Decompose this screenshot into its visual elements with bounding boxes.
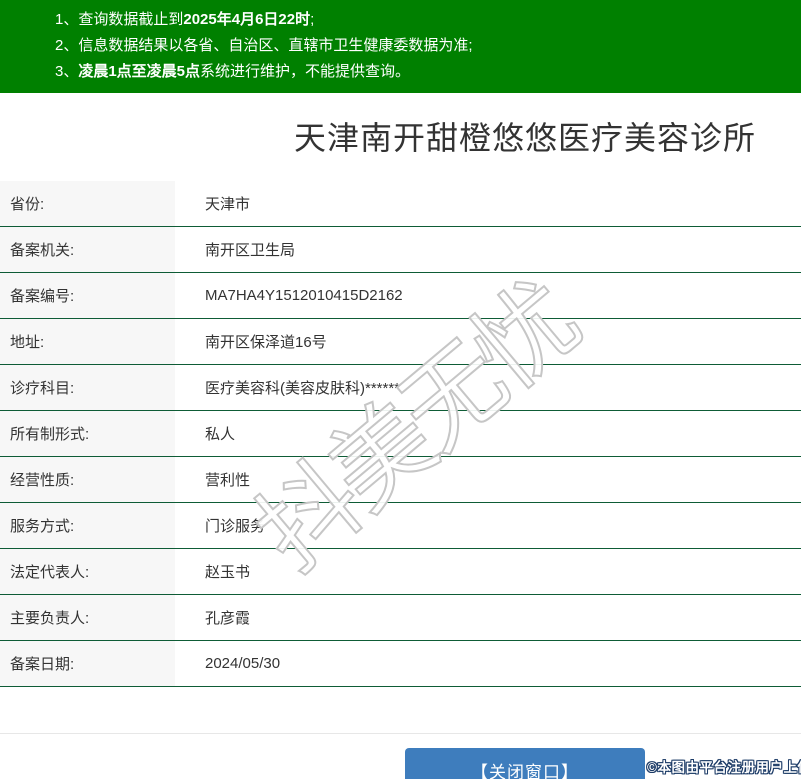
row-value: 南开区保泽道16号 — [175, 319, 801, 364]
row-value: 赵玉书 — [175, 549, 801, 594]
row-label: 备案编号: — [0, 273, 175, 318]
row-value: 南开区卫生局 — [175, 227, 801, 272]
close-window-button[interactable]: 【关闭窗口】 — [405, 748, 645, 779]
row-label: 备案机关: — [0, 227, 175, 272]
notice-2-text: 信息数据结果以各省、自治区、直辖市卫生健康委数据为准; — [78, 37, 473, 54]
notice-1-suffix: ; — [310, 11, 315, 28]
notice-line-3: 3、凌晨1点至凌晨5点系统进行维护，不能提供查询。 — [55, 59, 801, 85]
table-row-authority: 备案机关: 南开区卫生局 — [0, 227, 801, 273]
row-label: 法定代表人: — [0, 549, 175, 594]
table-row-record-date: 备案日期: 2024/05/30 — [0, 641, 801, 687]
row-value: 孔彦霞 — [175, 595, 801, 640]
row-value: 医疗美容科(美容皮肤科)****** — [175, 365, 801, 410]
notice-line-2: 2、信息数据结果以各省、自治区、直辖市卫生健康委数据为准; — [55, 33, 801, 59]
page-title: 天津南开甜橙悠悠医疗美容诊所 — [293, 120, 756, 156]
table-row-principal: 主要负责人: 孔彦霞 — [0, 595, 801, 641]
row-value: 2024/05/30 — [175, 641, 801, 686]
row-label: 备案日期: — [0, 641, 175, 686]
table-row-province: 省份: 天津市 — [0, 181, 801, 227]
notice-line-1: 1、查询数据截止到2025年4月6日22时; — [55, 7, 801, 33]
row-label: 主要负责人: — [0, 595, 175, 640]
row-label: 诊疗科目: — [0, 365, 175, 410]
notice-3-suffix: 系统进行维护，不能提供查询。 — [200, 63, 411, 80]
table-row-business-nature: 经营性质: 营利性 — [0, 457, 801, 503]
row-label: 服务方式: — [0, 503, 175, 548]
footer-divider — [0, 733, 801, 734]
table-row-address: 地址: 南开区保泽道16号 — [0, 319, 801, 365]
page: 1、查询数据截止到2025年4月6日22时; 2、信息数据结果以各省、自治区、直… — [0, 0, 801, 779]
copyright-overlay: ©本图由平台注册用户上传 — [647, 760, 801, 775]
notice-banner: 1、查询数据截止到2025年4月6日22时; 2、信息数据结果以各省、自治区、直… — [0, 0, 801, 93]
table-row-departments: 诊疗科目: 医疗美容科(美容皮肤科)****** — [0, 365, 801, 411]
notice-3-prefix: 3、 — [55, 63, 79, 80]
row-label: 经营性质: — [0, 457, 175, 502]
info-table: 省份: 天津市 备案机关: 南开区卫生局 备案编号: MA7HA4Y151201… — [0, 181, 801, 687]
row-label: 地址: — [0, 319, 175, 364]
table-row-record-number: 备案编号: MA7HA4Y1512010415D2162 — [0, 273, 801, 319]
row-label: 省份: — [0, 181, 175, 226]
table-row-legal-representative: 法定代表人: 赵玉书 — [0, 549, 801, 595]
row-label: 所有制形式: — [0, 411, 175, 456]
row-value: 天津市 — [175, 181, 801, 226]
table-row-service-mode: 服务方式: 门诊服务 — [0, 503, 801, 549]
notice-1-prefix: 1、 — [55, 11, 79, 28]
row-value: 私人 — [175, 411, 801, 456]
notice-2-prefix: 2、 — [55, 37, 79, 54]
table-row-ownership: 所有制形式: 私人 — [0, 411, 801, 457]
row-value: 营利性 — [175, 457, 801, 502]
notice-1-text: 查询数据截止到 — [78, 11, 184, 28]
row-value: 门诊服务 — [175, 503, 801, 548]
notice-1-bold: 2025年4月6日22时 — [183, 11, 311, 28]
row-value: MA7HA4Y1512010415D2162 — [175, 273, 801, 318]
notice-3-bold: 凌晨1点至凌晨5点 — [78, 63, 201, 80]
